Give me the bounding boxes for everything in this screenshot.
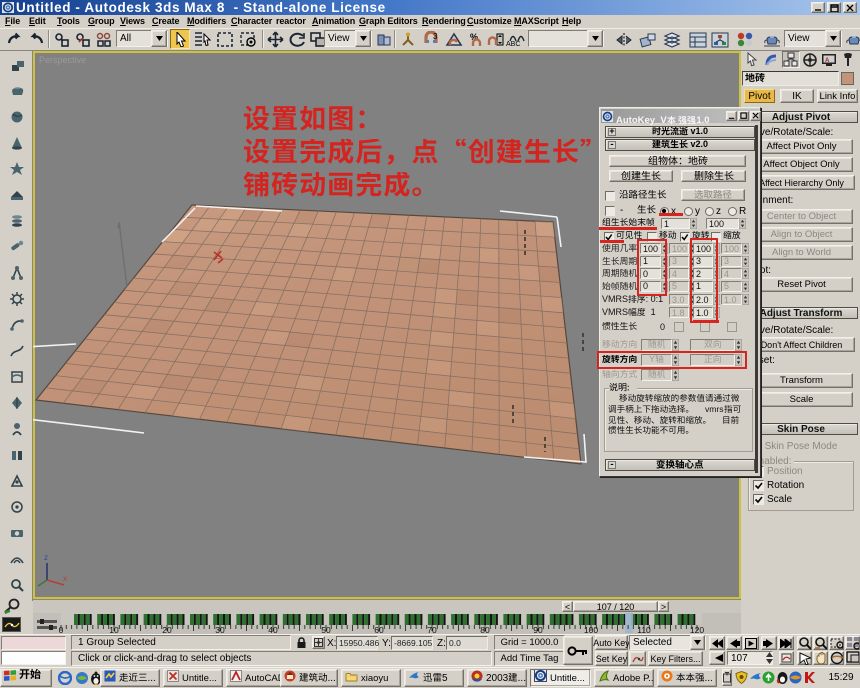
svg-text:100: 100 bbox=[584, 625, 598, 634]
svg-text:120: 120 bbox=[690, 625, 704, 634]
svg-text:60: 60 bbox=[374, 625, 384, 634]
svg-text:ABC: ABC bbox=[506, 41, 520, 48]
svg-text:70: 70 bbox=[427, 625, 437, 634]
svg-text:3: 3 bbox=[433, 32, 438, 41]
svg-text:110: 110 bbox=[637, 625, 651, 634]
svg-text:10: 10 bbox=[109, 625, 119, 634]
svg-text:80: 80 bbox=[480, 625, 490, 634]
svg-text:20: 20 bbox=[162, 625, 172, 634]
svg-text:z: z bbox=[44, 553, 48, 562]
svg-text:A: A bbox=[825, 58, 830, 64]
svg-text:50: 50 bbox=[321, 625, 331, 634]
svg-text:40: 40 bbox=[268, 625, 278, 634]
svg-text:30: 30 bbox=[215, 625, 225, 634]
svg-text:x: x bbox=[63, 574, 67, 583]
svg-text:90: 90 bbox=[533, 625, 543, 634]
